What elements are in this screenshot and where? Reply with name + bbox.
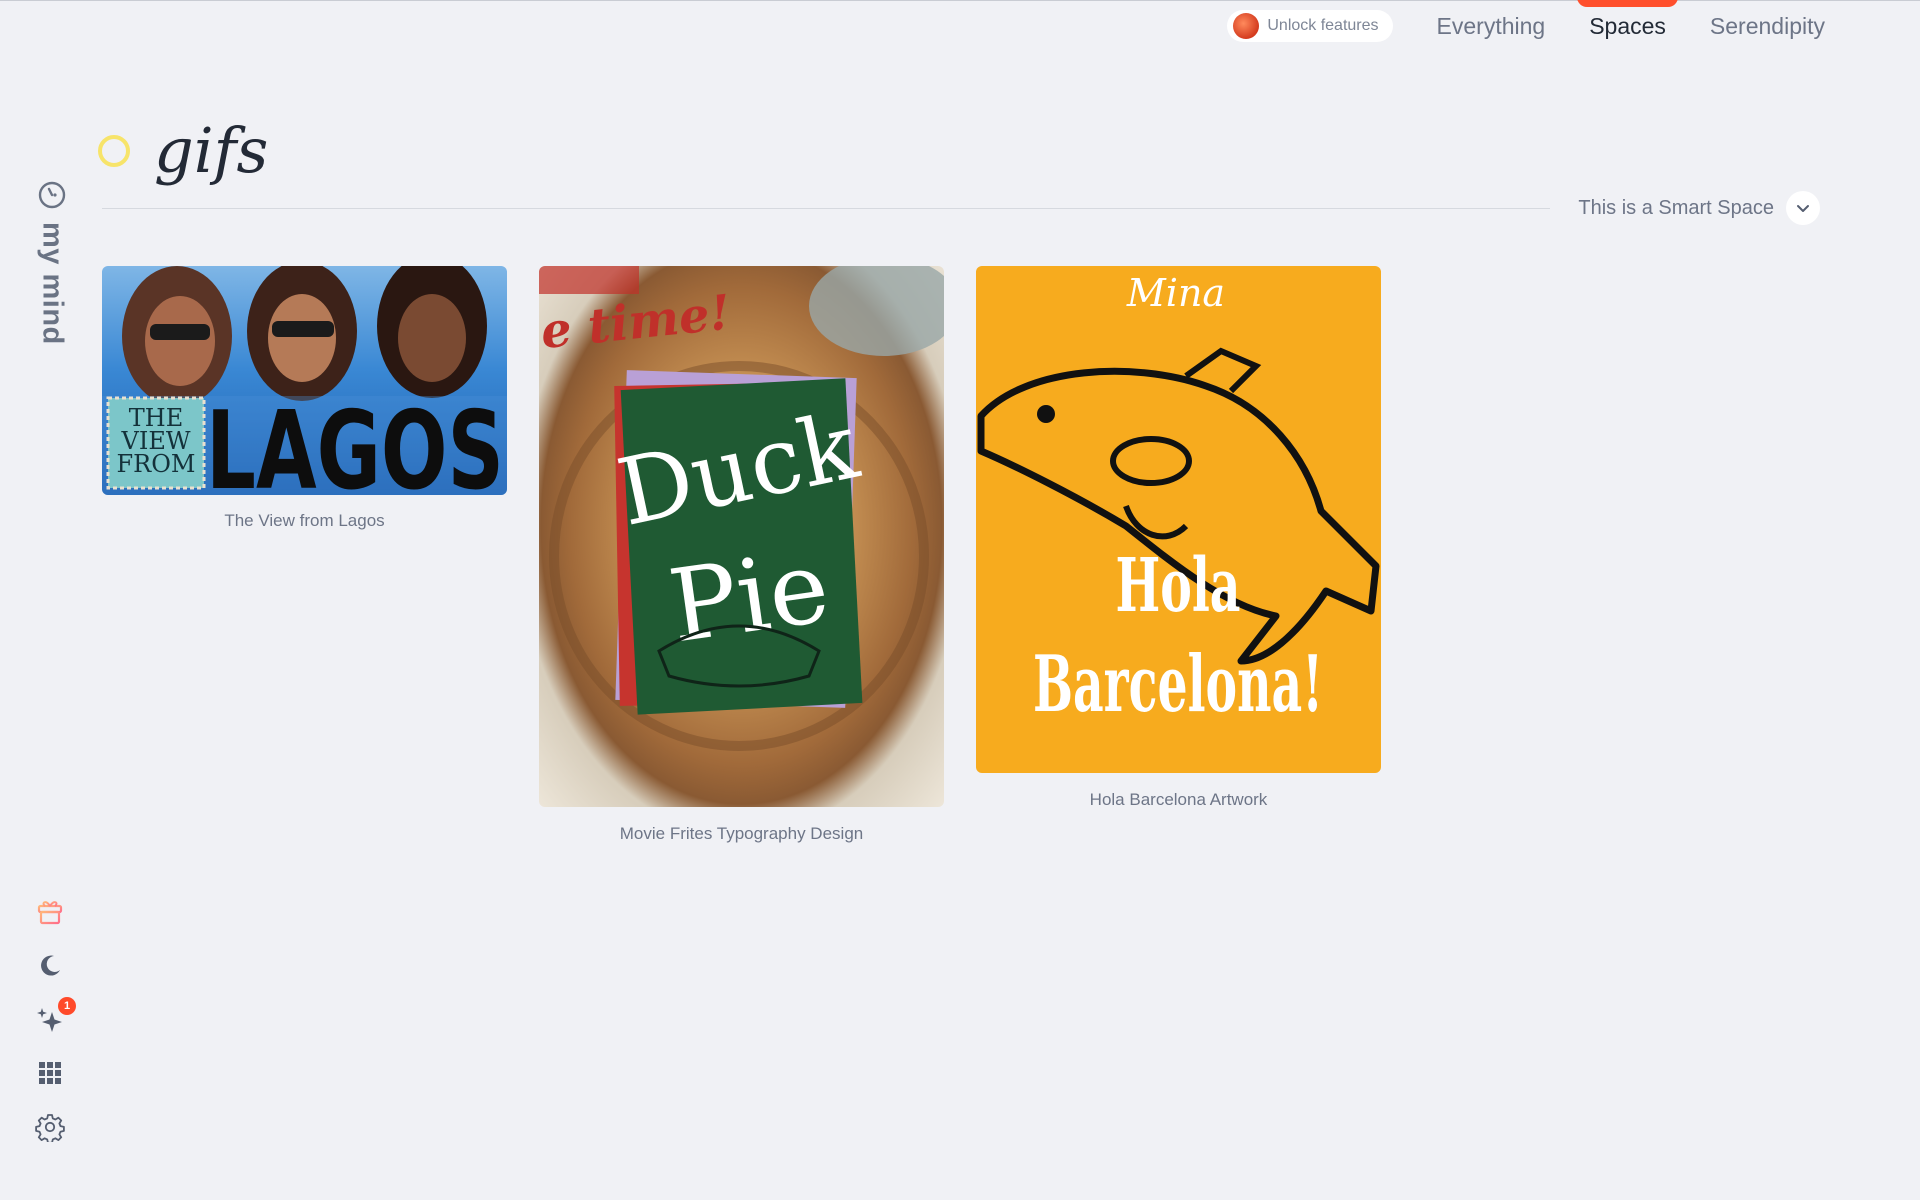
lagos-title: LAGOS — [206, 389, 504, 495]
hola-title-2: Barcelona! — [1033, 639, 1323, 730]
card-image[interactable]: e time! Duck Pie — [539, 266, 944, 807]
notification-badge: 1 — [58, 997, 76, 1015]
smart-space-label: This is a Smart Space — [1578, 196, 1774, 219]
apps-button[interactable] — [34, 1057, 66, 1089]
card-image[interactable]: Mina Hola Barcelona! — [976, 266, 1381, 773]
card-caption: Hola Barcelona Artwork — [1089, 790, 1268, 809]
lagos-artwork: THE VIEW FROM LAGOS — [102, 266, 507, 495]
header-divider — [102, 208, 1550, 209]
card-caption: Movie Frites Typography Design — [619, 824, 864, 843]
whats-new-button[interactable]: 1 — [34, 997, 76, 1035]
gear-icon — [35, 1114, 65, 1142]
card-hola-barcelona[interactable]: Mina Hola Barcelona! Hola Barcelona Artw… — [976, 266, 1381, 810]
tab-everything[interactable]: Everything — [1437, 13, 1546, 40]
top-nav: Unlock features Everything Spaces Serend… — [1227, 0, 1825, 42]
brand-name: my mind — [36, 222, 69, 345]
moon-icon — [41, 955, 60, 976]
sidebar-tools: 1 — [34, 895, 76, 1143]
hola-barcelona-artwork: Mina Hola Barcelona! — [977, 271, 1380, 730]
smart-space-dropdown[interactable] — [1786, 191, 1820, 225]
lagos-stamp-line-3: FROM — [117, 450, 196, 478]
page-title[interactable]: gifs — [154, 120, 268, 182]
grid-icon — [39, 1062, 61, 1084]
brand-logo[interactable]: my mind — [36, 180, 69, 345]
tab-spaces[interactable]: Spaces — [1577, 0, 1678, 40]
brain-icon — [38, 181, 66, 209]
avatar — [1233, 13, 1260, 39]
duck-pie-top-text: e time! — [539, 285, 733, 361]
card-image[interactable]: THE VIEW FROM LAGOS — [102, 266, 507, 495]
hola-title-1: Hola — [1116, 543, 1241, 629]
chevron-down-icon — [1797, 205, 1809, 212]
smart-space-toggle[interactable]: This is a Smart Space — [1578, 191, 1820, 225]
card-lagos[interactable]: THE VIEW FROM LAGOS The View from Lagos — [102, 266, 507, 531]
hola-script: Mina — [1126, 271, 1225, 315]
card-caption: The View from Lagos — [224, 511, 385, 530]
duck-pie-artwork: e time! Duck Pie — [539, 266, 944, 751]
space-header: gifs — [98, 120, 268, 182]
settings-button[interactable] — [34, 1111, 66, 1143]
space-color-ring[interactable] — [98, 135, 130, 167]
dark-mode-button[interactable] — [34, 949, 66, 981]
tab-serendipity[interactable]: Serendipity — [1710, 13, 1825, 40]
gift-icon — [37, 901, 63, 925]
gift-button[interactable] — [34, 895, 66, 927]
card-duck-pie[interactable]: e time! Duck Pie Movie Frites Typography… — [539, 266, 944, 844]
unlock-features-button[interactable]: Unlock features — [1227, 10, 1393, 42]
unlock-features-label: Unlock features — [1267, 17, 1379, 34]
